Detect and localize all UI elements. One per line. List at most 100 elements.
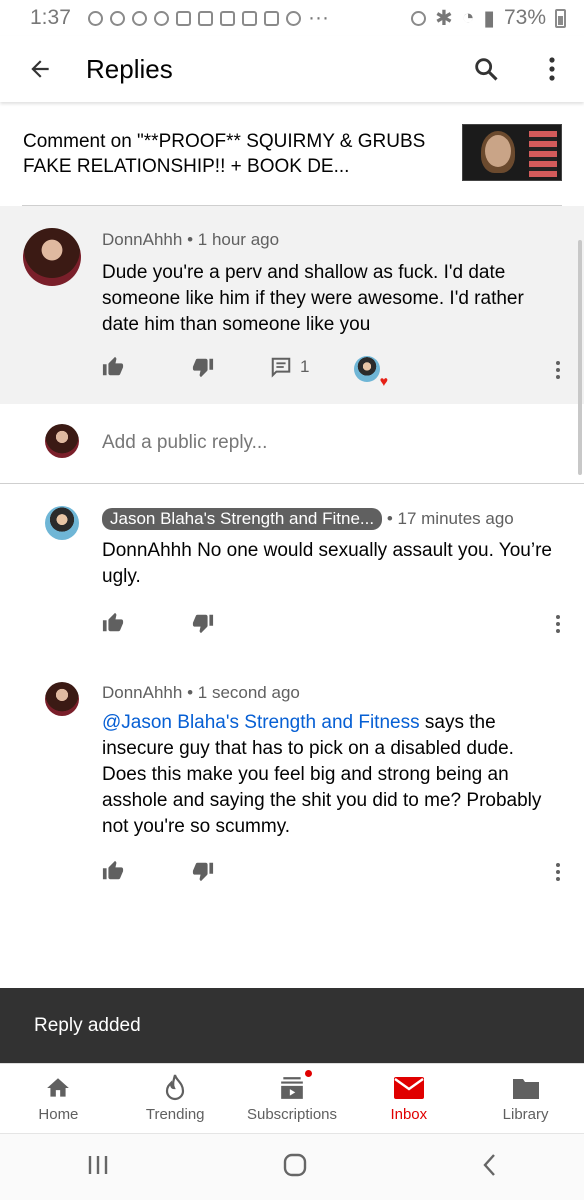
thumb-up-icon xyxy=(102,356,124,376)
reply-input[interactable]: Add a public reply... xyxy=(102,432,267,454)
back-button[interactable] xyxy=(20,49,60,89)
thumb-up-icon xyxy=(102,612,124,632)
thumb-down-icon xyxy=(192,862,214,882)
bluetooth-icon: ✱ xyxy=(435,6,453,30)
recent-apps-button[interactable] xyxy=(87,1155,109,1180)
comment-more-button[interactable] xyxy=(546,612,570,636)
heart-icon: ♥ xyxy=(379,373,388,389)
comment-text: DonnAhhh No one would sexually assault y… xyxy=(102,540,552,587)
system-back-button[interactable] xyxy=(481,1153,497,1182)
avatar[interactable] xyxy=(23,228,81,286)
like-button[interactable] xyxy=(102,612,124,634)
youtube-notification-icon xyxy=(176,10,191,26)
page-title: Replies xyxy=(86,53,173,84)
bottom-nav: Home Trending Subscriptions Inbox Librar… xyxy=(0,1063,584,1133)
more-vert-icon xyxy=(556,361,560,379)
instagram-icon xyxy=(286,10,301,26)
recent-apps-icon xyxy=(88,1155,107,1174)
home-icon xyxy=(44,1074,72,1102)
comment-icon xyxy=(271,357,291,378)
search-icon xyxy=(475,58,498,81)
comment-time: 1 second ago xyxy=(197,683,300,702)
more-notifications-icon: ··· xyxy=(308,6,329,29)
parent-comment: DonnAhhh • 1 hour ago Dude you're a perv… xyxy=(0,206,584,404)
nav-label: Trending xyxy=(145,1106,205,1123)
battery-icon xyxy=(555,8,566,28)
scrollbar[interactable] xyxy=(578,240,582,475)
status-bar: 1:37 ··· ✱ ◔ ▮ 73% xyxy=(0,0,584,36)
like-button[interactable] xyxy=(102,356,124,378)
comment-more-button[interactable] xyxy=(546,358,570,382)
avatar xyxy=(45,424,79,458)
nav-trending[interactable]: Trending xyxy=(117,1064,234,1133)
dislike-button[interactable] xyxy=(192,356,214,378)
comment-author[interactable]: DonnAhhh xyxy=(102,230,182,249)
thumb-down-icon xyxy=(192,614,214,634)
video-thumbnail[interactable] xyxy=(462,124,562,181)
comment-more-button[interactable] xyxy=(546,860,570,884)
comment-author[interactable]: DonnAhhh xyxy=(102,683,182,702)
dislike-button[interactable] xyxy=(192,860,214,882)
thumbnail-sidebar xyxy=(529,131,557,177)
usb-icon xyxy=(154,10,169,26)
comment-time: 1 hour ago xyxy=(197,230,280,249)
video-header[interactable]: Comment on "**PROOF** SQUIRMY & GRUBS FA… xyxy=(0,102,584,205)
reply-button[interactable]: 1 xyxy=(270,356,309,378)
like-button[interactable] xyxy=(102,860,124,882)
meta-separator: • xyxy=(386,509,398,528)
comment-text: @Jason Blaha's Strength and Fitness says… xyxy=(102,710,552,840)
comment-actions xyxy=(102,612,214,634)
status-time: 1:37 xyxy=(30,6,71,29)
more-vert-icon xyxy=(556,863,560,881)
add-reply-row[interactable]: Add a public reply... xyxy=(0,404,584,484)
avatar xyxy=(354,356,380,382)
more-vert-icon xyxy=(549,57,555,81)
dislike-button[interactable] xyxy=(192,612,214,634)
system-status: ✱ ◔ ▮ 73% xyxy=(411,6,566,31)
search-button[interactable] xyxy=(462,45,510,93)
reply-count: 1 xyxy=(300,357,310,376)
home-button[interactable] xyxy=(282,1152,308,1183)
nav-label: Inbox xyxy=(390,1106,428,1123)
comment-actions xyxy=(102,860,214,882)
notification-dot xyxy=(302,1068,314,1079)
app-bar: Replies xyxy=(0,36,584,102)
system-nav xyxy=(0,1133,584,1200)
comment-on-title: Comment on "**PROOF** SQUIRMY & GRUBS FA… xyxy=(23,130,426,177)
youtube-notification-icon xyxy=(242,10,257,26)
thumb-up-icon xyxy=(102,860,124,880)
comment-author[interactable]: Jason Blaha's Strength and Fitne... xyxy=(102,508,383,530)
app-bar-actions xyxy=(462,45,584,93)
nav-home[interactable]: Home xyxy=(0,1064,117,1133)
comment-text: Dude you're a perv and shallow as fuck. … xyxy=(102,262,524,335)
thumb-down-icon xyxy=(192,358,214,378)
comment-time: 17 minutes ago xyxy=(397,509,514,528)
snackbar-message: Reply added xyxy=(34,1014,141,1036)
library-icon xyxy=(512,1074,540,1102)
app-notification-icon xyxy=(88,10,103,26)
nav-library[interactable]: Library xyxy=(467,1064,584,1133)
more-options-button[interactable] xyxy=(528,45,576,93)
meta-separator: • xyxy=(187,230,198,249)
meta-separator: • xyxy=(187,683,198,702)
comment-meta: DonnAhhh • 1 hour ago xyxy=(102,230,279,250)
signal-icon: ▮ xyxy=(483,6,495,30)
nav-subscriptions[interactable]: Subscriptions xyxy=(234,1064,351,1133)
app-notification-icon xyxy=(110,10,125,26)
wifi-icon: ◔ xyxy=(461,6,475,29)
inbox-icon xyxy=(393,1074,425,1102)
nav-label: Library xyxy=(502,1106,549,1123)
comment-meta: DonnAhhh • 1 second ago xyxy=(102,683,300,703)
battery-percent: 73% xyxy=(503,6,546,29)
avatar[interactable] xyxy=(45,506,79,540)
nav-label: Subscriptions xyxy=(246,1106,338,1123)
avatar[interactable] xyxy=(45,682,79,716)
youtube-notification-icon xyxy=(198,10,213,26)
youtube-notification-icon xyxy=(264,10,279,26)
nav-label: Home xyxy=(38,1106,79,1123)
mention-link[interactable]: @Jason Blaha's Strength and Fitness xyxy=(102,712,420,733)
chevron-left-icon xyxy=(483,1153,496,1176)
subscriptions-icon xyxy=(278,1068,314,1102)
trending-icon xyxy=(163,1074,187,1102)
nav-inbox[interactable]: Inbox xyxy=(350,1064,467,1133)
